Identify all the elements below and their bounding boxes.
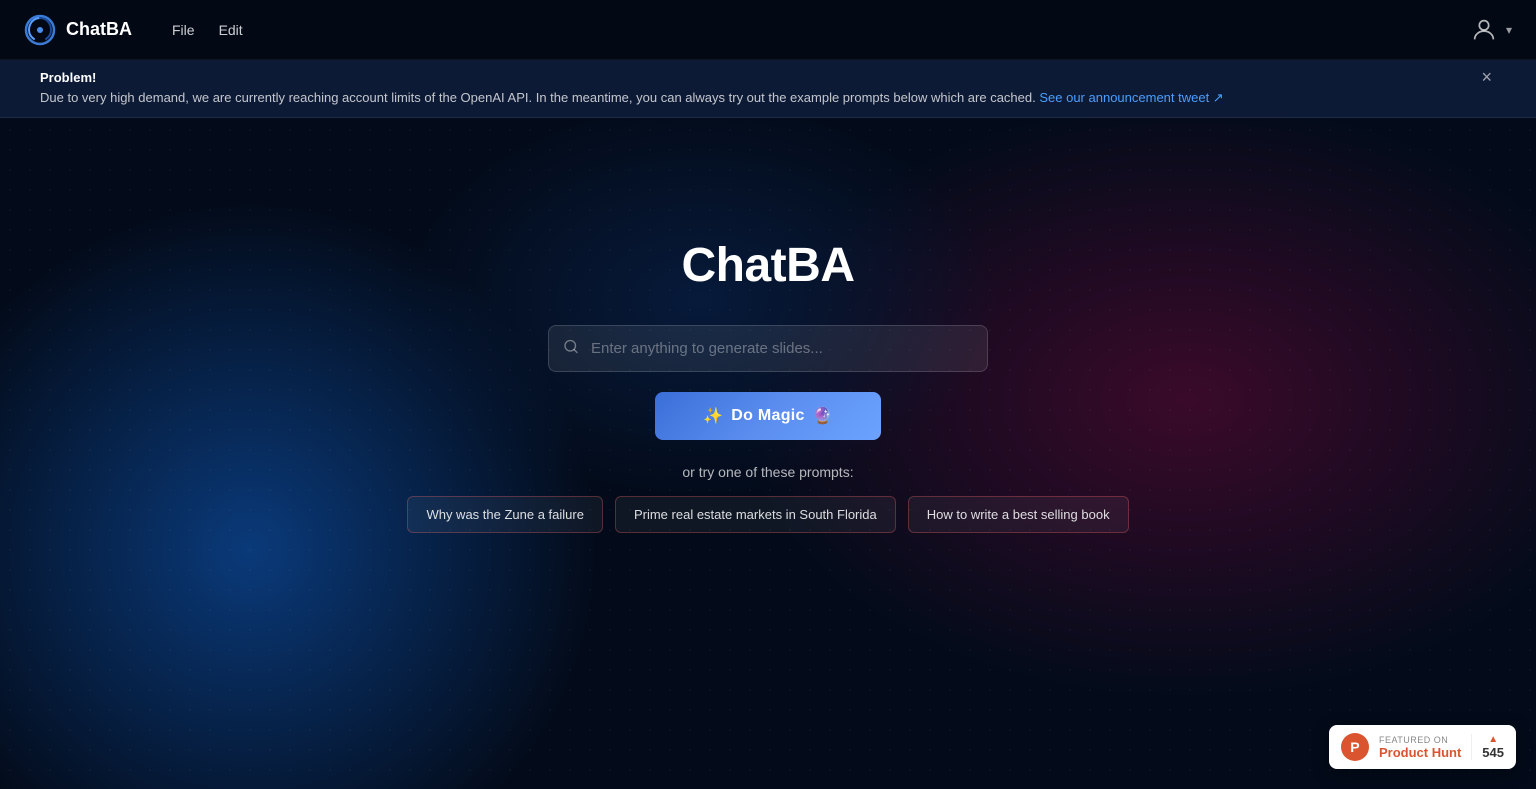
magic-emoji-right: 🔮 — [813, 406, 833, 426]
product-hunt-upvote-arrow: ▲ — [1488, 734, 1498, 745]
prompt-chip-2[interactable]: Prime real estate markets in South Flori… — [615, 496, 896, 533]
product-hunt-logo: P — [1341, 733, 1369, 761]
page-title: ChatBA — [682, 238, 855, 293]
alert-link[interactable]: See our announcement tweet ↗ — [1039, 90, 1223, 105]
product-hunt-name: Product Hunt — [1379, 745, 1461, 760]
search-input[interactable] — [548, 325, 988, 372]
navbar-menu: File Edit — [172, 22, 243, 38]
product-hunt-initial: P — [1350, 739, 1359, 755]
search-icon — [562, 337, 580, 360]
prompt-chip-1[interactable]: Why was the Zune a failure — [407, 496, 603, 533]
account-icon[interactable] — [1470, 16, 1498, 44]
alert-message: Due to very high demand, we are currentl… — [40, 90, 1036, 105]
app-logo[interactable]: ChatBA — [24, 14, 132, 46]
product-hunt-badge[interactable]: P FEATURED ON Product Hunt ▲ 545 — [1329, 725, 1516, 769]
product-hunt-featured-label: FEATURED ON — [1379, 735, 1461, 745]
alert-content: Problem! Due to very high demand, we are… — [40, 70, 1477, 107]
search-container — [548, 325, 988, 372]
product-hunt-text: FEATURED ON Product Hunt — [1379, 735, 1461, 760]
magic-button[interactable]: ✨ Do Magic 🔮 — [655, 392, 881, 440]
alert-title: Problem! — [40, 70, 1477, 85]
alert-close-button[interactable]: × — [1477, 68, 1496, 86]
prompts-row: Why was the Zune a failure Prime real es… — [407, 496, 1128, 533]
main-content: ChatBA ✨ Do Magic 🔮 or try one of these … — [0, 118, 1536, 533]
menu-edit[interactable]: Edit — [219, 22, 243, 38]
alert-text: Due to very high demand, we are currentl… — [40, 89, 1477, 107]
prompt-chip-3[interactable]: How to write a best selling book — [908, 496, 1129, 533]
logo-text: ChatBA — [66, 19, 132, 40]
logo-icon — [24, 14, 56, 46]
magic-emoji-left: ✨ — [703, 406, 723, 426]
navbar-right: ▾ — [1470, 16, 1512, 44]
account-chevron[interactable]: ▾ — [1506, 23, 1512, 37]
product-hunt-count-number: 545 — [1482, 745, 1504, 760]
alert-banner: Problem! Due to very high demand, we are… — [0, 60, 1536, 118]
magic-button-label: Do Magic — [731, 407, 805, 425]
product-hunt-count: ▲ 545 — [1471, 734, 1504, 760]
prompts-label: or try one of these prompts: — [682, 464, 853, 480]
navbar: ChatBA File Edit ▾ — [0, 0, 1536, 60]
menu-file[interactable]: File — [172, 22, 195, 38]
